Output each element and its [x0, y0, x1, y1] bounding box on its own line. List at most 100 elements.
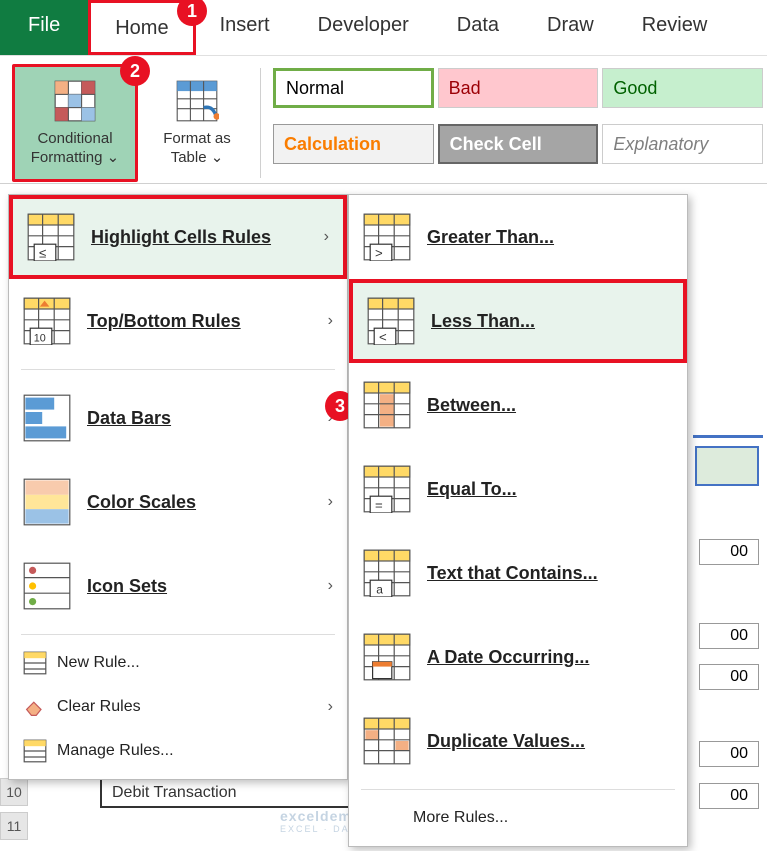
menu-icon-sets[interactable]: Icon Sets › [9, 544, 347, 628]
menu-label: Equal To... [427, 479, 673, 500]
submenu-less-than[interactable]: < Less Than... [349, 279, 687, 363]
clear-rules-icon [23, 695, 47, 719]
menu-label: Icon Sets [87, 576, 328, 597]
cell-fragment: 00 [699, 539, 759, 565]
menu-manage-rules[interactable]: Manage Rules... [9, 729, 347, 773]
ribbon-divider [260, 68, 261, 178]
svg-text:>: > [375, 245, 383, 260]
menu-label: A Date Occurring... [427, 647, 673, 668]
icon-sets-icon [23, 562, 71, 610]
cell-styles-gallery[interactable]: Normal Bad Good Calculation Check Cell E… [273, 64, 763, 176]
tab-file[interactable]: File [0, 0, 88, 55]
svg-text:≤: ≤ [39, 245, 46, 260]
menu-label: Top/Bottom Rules [87, 311, 328, 332]
style-calculation[interactable]: Calculation [273, 124, 434, 164]
dropdown-caret-icon: ⌄ [211, 149, 224, 166]
submenu-equal-to[interactable]: = Equal To... [349, 447, 687, 531]
cell-fragment: 00 [699, 783, 759, 809]
svg-text:a: a [376, 582, 383, 596]
color-scales-icon [23, 478, 71, 526]
duplicate-values-icon [363, 717, 411, 765]
menu-color-scales[interactable]: Color Scales › [9, 460, 347, 544]
highlight-cells-submenu: > Greater Than... < Less Than... 4 Betwe… [348, 194, 688, 847]
cell-debit-transaction: Debit Transaction [100, 778, 360, 808]
cell-fragment: 00 [699, 664, 759, 690]
submenu-more-rules[interactable]: More Rules... [349, 796, 687, 840]
tab-draw[interactable]: Draw [523, 0, 618, 55]
submenu-duplicate-values[interactable]: Duplicate Values... [349, 699, 687, 783]
svg-text:=: = [375, 497, 383, 512]
submenu-text-contains[interactable]: a Text that Contains... [349, 531, 687, 615]
style-normal[interactable]: Normal [273, 68, 434, 108]
format-as-table-icon [175, 79, 219, 123]
menu-label: New Rule... [57, 654, 333, 672]
date-occurring-icon [363, 633, 411, 681]
cf-label-2: Formatting ⌄ [31, 148, 119, 168]
row-header-10[interactable]: 10 [0, 778, 28, 806]
between-icon [363, 381, 411, 429]
menu-separator [361, 789, 675, 790]
svg-text:<: < [379, 329, 387, 344]
conditional-formatting-menu: ≤ Highlight Cells Rules › 3 10 Top/Botto… [8, 194, 348, 780]
ft-label-2: Table ⌄ [171, 148, 224, 168]
top-bottom-icon: 10 [23, 297, 71, 345]
text-contains-icon: a [363, 549, 411, 597]
highlight-rules-icon: ≤ [27, 213, 75, 261]
cf-label-1: Conditional [37, 129, 112, 149]
submenu-arrow-icon: › [328, 577, 333, 595]
format-as-table-button[interactable]: Format as Table ⌄ [146, 64, 248, 182]
selection-border [693, 390, 763, 438]
manage-rules-icon [23, 739, 47, 763]
submenu-arrow-icon: › [328, 312, 333, 330]
menu-label: Between... [427, 395, 673, 416]
dropdown-caret-icon: ⌄ [107, 149, 120, 166]
style-check-cell[interactable]: Check Cell [438, 124, 599, 164]
ribbon-home: Conditional Formatting ⌄ 2 Format as Tab… [0, 56, 767, 184]
menu-label: Clear Rules [57, 698, 328, 716]
submenu-arrow-icon: › [328, 493, 333, 511]
menu-label: Greater Than... [427, 227, 673, 248]
menu-label: More Rules... [413, 809, 673, 827]
menu-new-rule[interactable]: New Rule... [9, 641, 347, 685]
style-good[interactable]: Good [602, 68, 763, 108]
menu-highlight-cells-rules[interactable]: ≤ Highlight Cells Rules › [9, 195, 347, 279]
callout-badge-2: 2 [120, 56, 150, 86]
style-bad[interactable]: Bad [438, 68, 599, 108]
conditional-formatting-button[interactable]: Conditional Formatting ⌄ [12, 64, 138, 182]
submenu-arrow-icon: › [328, 698, 333, 716]
menu-top-bottom-rules[interactable]: 10 Top/Bottom Rules › [9, 279, 347, 363]
tab-insert[interactable]: Insert [196, 0, 294, 55]
ribbon-tabs: File Home Insert Developer Data Draw Rev… [0, 0, 767, 56]
tab-data[interactable]: Data [433, 0, 523, 55]
menu-separator [21, 369, 335, 370]
ft-label-1: Format as [163, 129, 231, 149]
menu-label: Less Than... [431, 311, 669, 332]
submenu-date-occurring[interactable]: A Date Occurring... [349, 615, 687, 699]
style-explanatory[interactable]: Explanatory [602, 124, 763, 164]
cell-fragment: 00 [699, 623, 759, 649]
menu-label: Highlight Cells Rules [91, 227, 324, 248]
equal-to-icon: = [363, 465, 411, 513]
menu-separator [21, 634, 335, 635]
highlighted-cell-header [695, 446, 759, 486]
tab-developer[interactable]: Developer [294, 0, 433, 55]
menu-label: Duplicate Values... [427, 731, 673, 752]
data-bars-icon [23, 394, 71, 442]
submenu-between[interactable]: Between... [349, 363, 687, 447]
submenu-arrow-icon: › [324, 228, 329, 246]
menu-label: Data Bars [87, 408, 328, 429]
row-header-11[interactable]: 11 [0, 812, 28, 840]
cell-fragment: 00 [699, 741, 759, 767]
conditional-formatting-icon [53, 79, 97, 123]
menu-label: Manage Rules... [57, 742, 333, 760]
menu-data-bars[interactable]: Data Bars › [9, 376, 347, 460]
less-than-icon: < [367, 297, 415, 345]
new-rule-icon [23, 651, 47, 675]
menu-clear-rules[interactable]: Clear Rules › [9, 685, 347, 729]
tab-review[interactable]: Review [618, 0, 732, 55]
menu-label: Text that Contains... [427, 563, 673, 584]
menu-label: Color Scales [87, 492, 328, 513]
svg-text:10: 10 [34, 332, 46, 344]
greater-than-icon: > [363, 213, 411, 261]
submenu-greater-than[interactable]: > Greater Than... [349, 195, 687, 279]
